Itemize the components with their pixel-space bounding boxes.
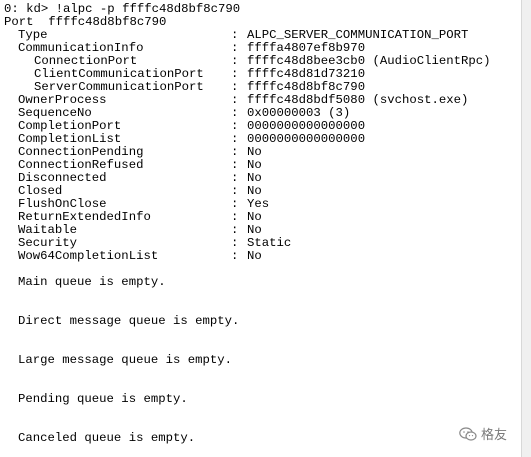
vertical-scrollbar[interactable] bbox=[522, 0, 531, 457]
field-value: 0000000000000000 bbox=[247, 132, 366, 146]
field-value: No bbox=[247, 249, 262, 263]
queue-status: Canceled queue is empty. bbox=[18, 431, 196, 445]
queue-status: Main queue is empty. bbox=[18, 275, 166, 289]
field-key: Wow64CompletionList bbox=[18, 249, 159, 263]
queue-status: Large message queue is empty. bbox=[18, 353, 233, 367]
queue-status: Pending queue is empty. bbox=[18, 392, 188, 406]
queue-status: Direct message queue is empty. bbox=[18, 314, 240, 328]
watermark: 格友 bbox=[459, 424, 507, 443]
watermark-text: 格友 bbox=[480, 428, 507, 443]
field-separator: : bbox=[231, 249, 239, 263]
debugger-output: 0: kd> !alpc -p ffffc48d8bf8c790 Port ff… bbox=[0, 0, 522, 457]
wechat-icon bbox=[459, 426, 477, 441]
